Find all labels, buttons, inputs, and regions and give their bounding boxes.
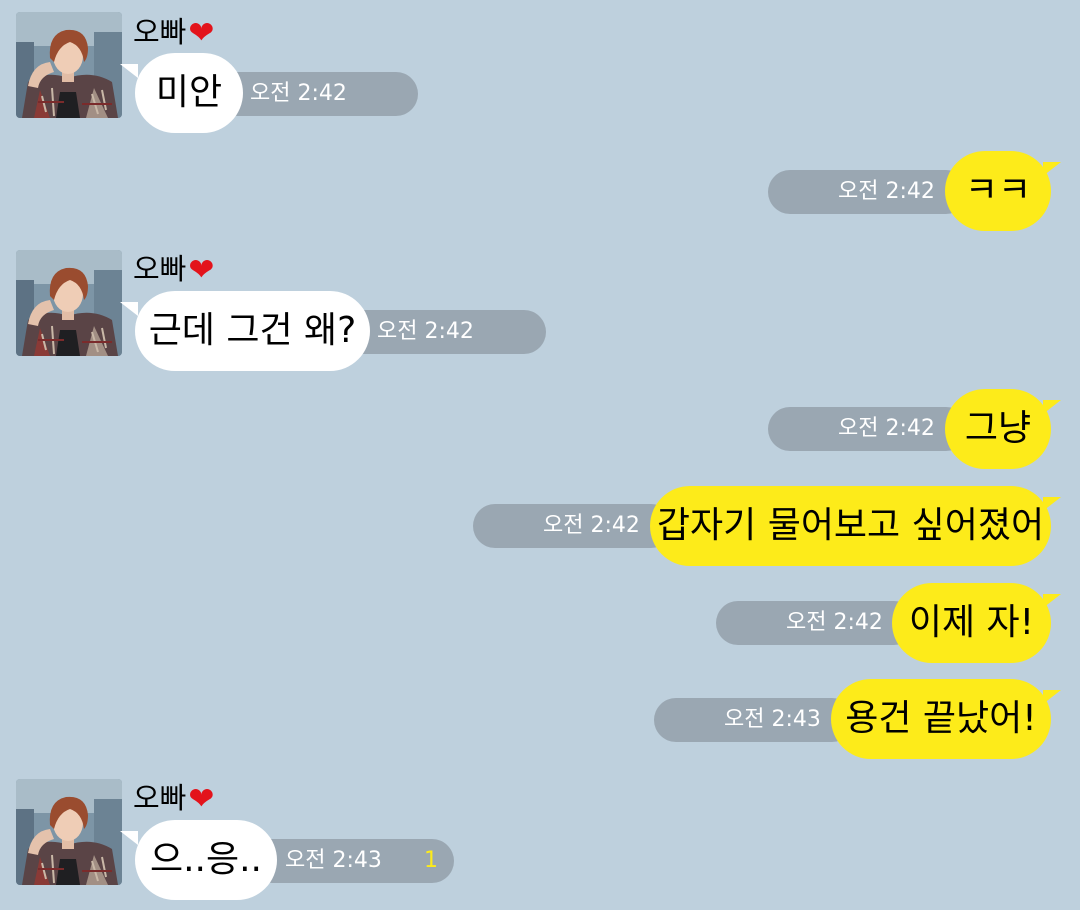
message-timestamp: 오전 2:42: [543, 513, 640, 538]
sender-avatar[interactable]: [16, 779, 122, 885]
heart-icon: ❤: [188, 781, 215, 817]
bubble-tail: [120, 302, 138, 316]
unread-count: 1: [424, 848, 438, 873]
sender-avatar[interactable]: [16, 12, 122, 118]
message-timestamp: 오전 2:43: [724, 707, 821, 732]
message-timestamp: 오전 2:43: [285, 848, 382, 873]
message-bubble-out[interactable]: 그냥: [945, 389, 1051, 469]
message-bubble-out[interactable]: 이제 자!: [892, 583, 1051, 663]
message-timestamp: 오전 2:42: [250, 81, 347, 106]
heart-icon: ❤: [188, 252, 215, 288]
message-bubble-out[interactable]: ㅋㅋ: [945, 151, 1051, 231]
message-bubble-in[interactable]: 근데 그건 왜?: [135, 291, 370, 371]
sender-name: 오빠❤: [133, 781, 215, 817]
sender-name: 오빠❤: [133, 252, 215, 288]
bubble-tail: [120, 831, 138, 845]
heart-icon: ❤: [188, 15, 215, 51]
message-timestamp: 오전 2:42: [786, 610, 883, 635]
message-bubble-in[interactable]: 으..응..: [135, 820, 277, 900]
message-timestamp: 오전 2:42: [838, 179, 935, 204]
bubble-tail: [120, 64, 138, 78]
message-bubble-out[interactable]: 용건 끝났어!: [831, 679, 1051, 759]
message-timestamp: 오전 2:42: [377, 319, 474, 344]
message-timestamp: 오전 2:42: [838, 416, 935, 441]
sender-name: 오빠❤: [133, 15, 215, 51]
message-bubble-in[interactable]: 미안: [135, 53, 243, 133]
message-bubble-out[interactable]: 갑자기 물어보고 싶어졌어: [650, 486, 1051, 566]
sender-avatar[interactable]: [16, 250, 122, 356]
